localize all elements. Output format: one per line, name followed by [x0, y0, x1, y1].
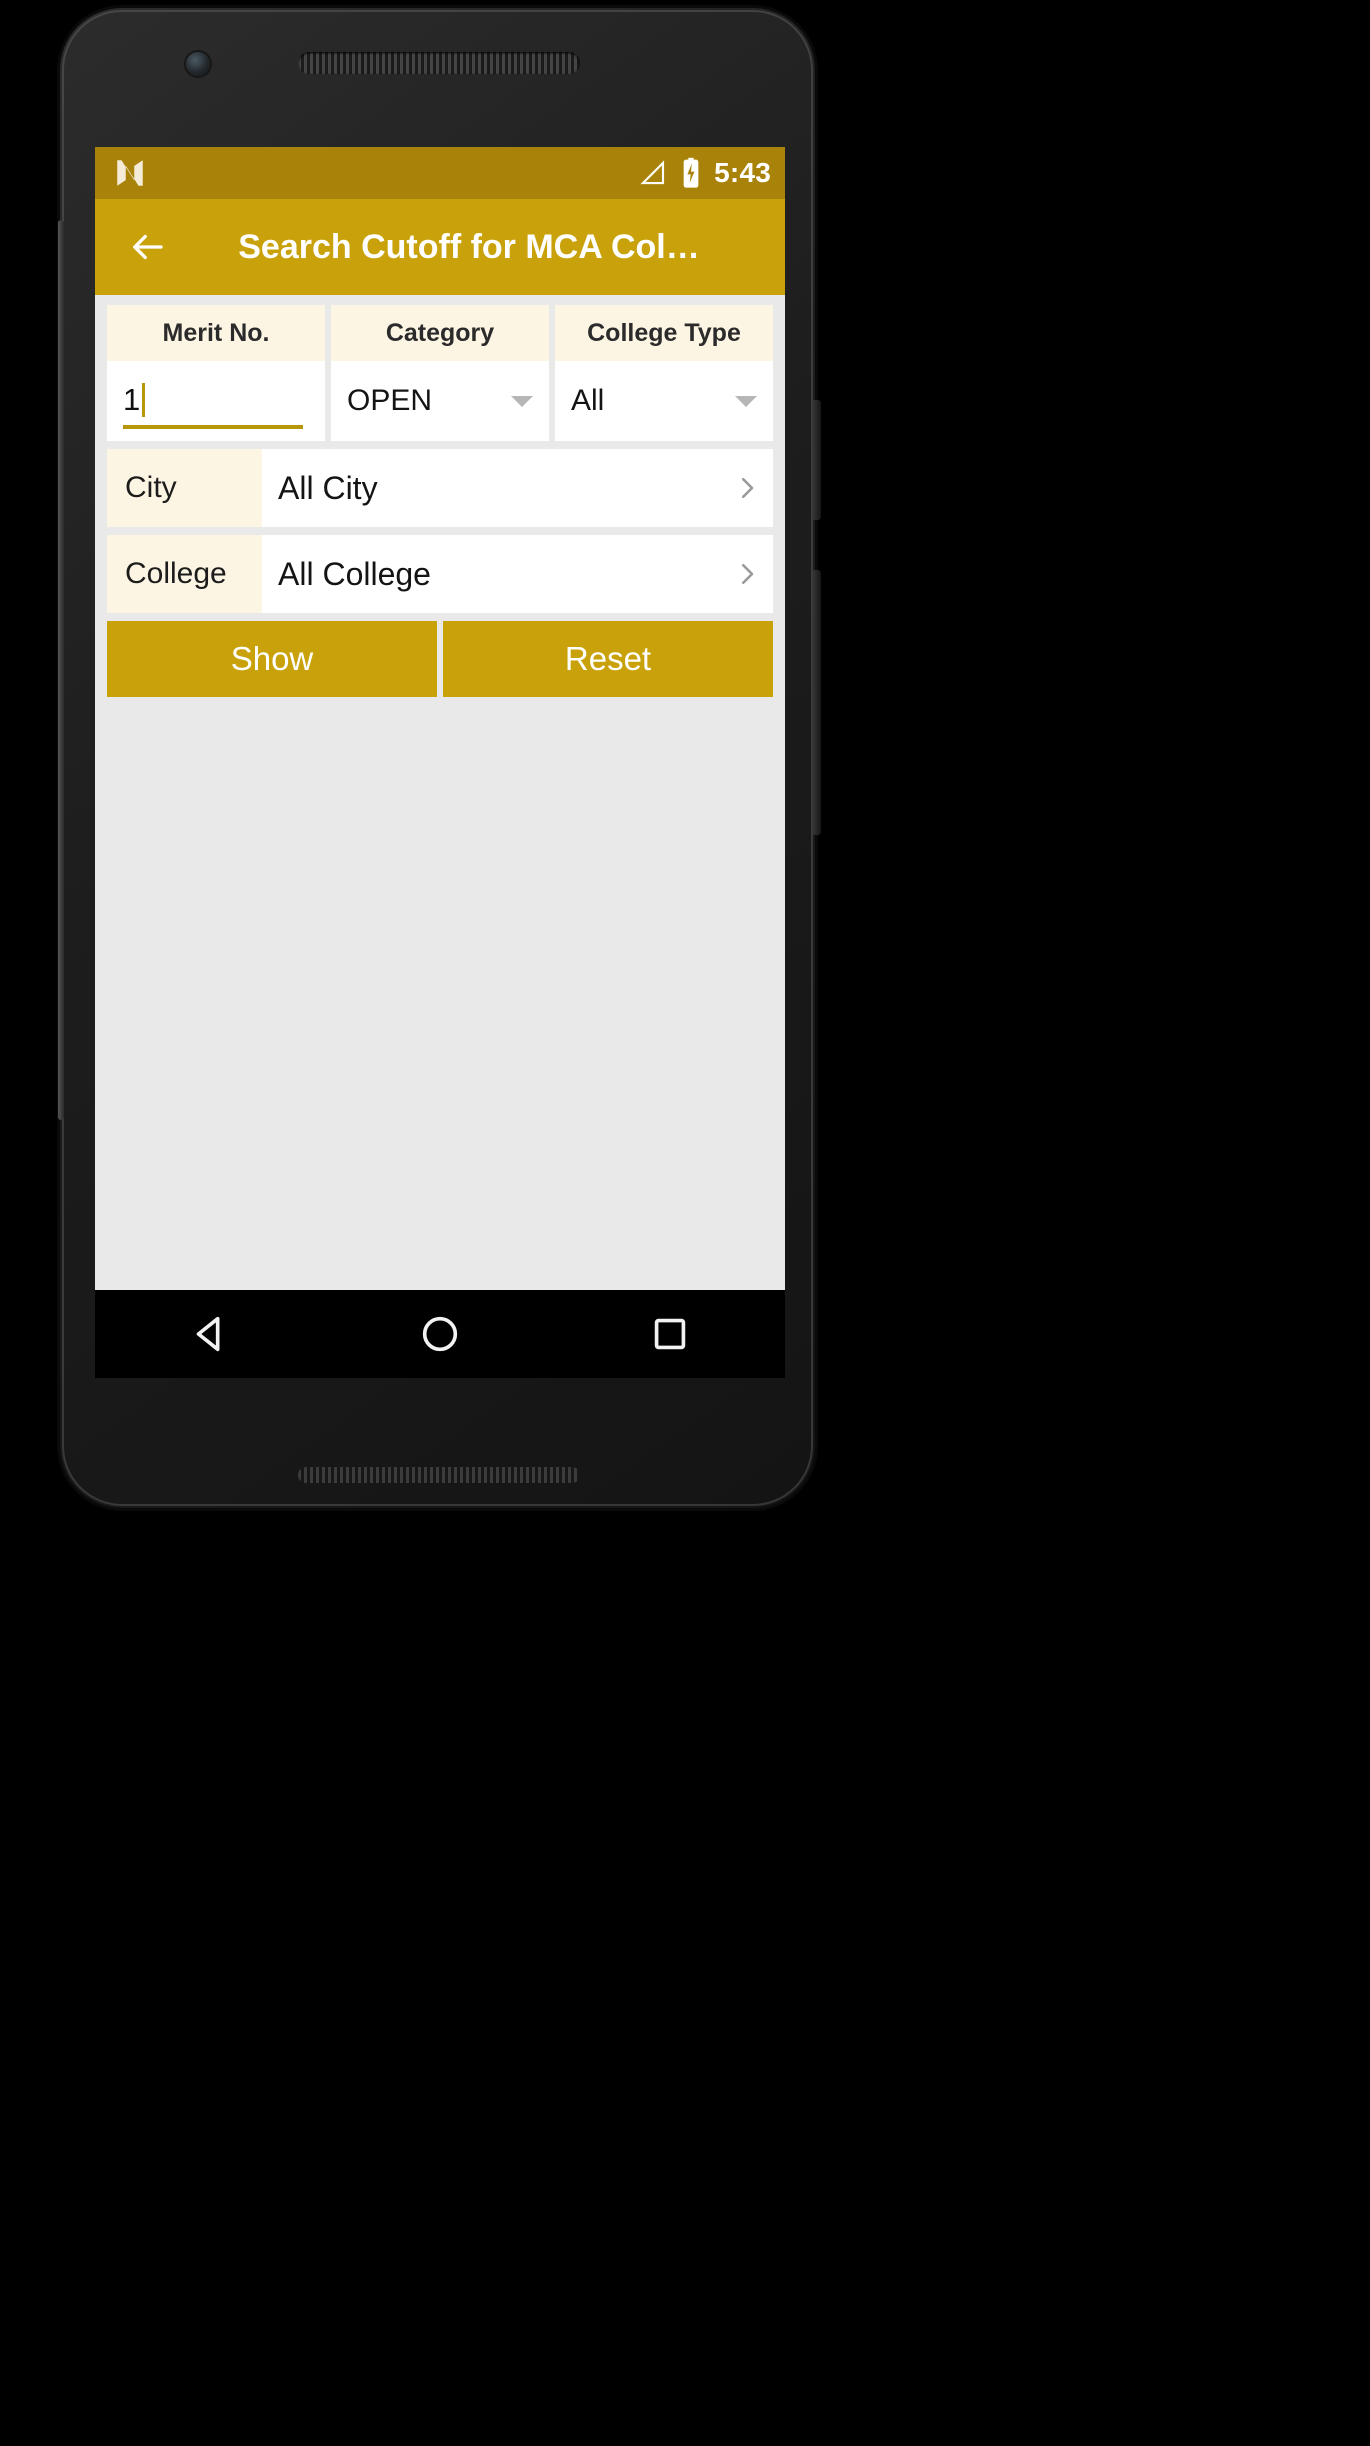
chevron-right-icon	[741, 563, 754, 585]
college-chevron-container[interactable]	[721, 535, 773, 613]
merit-no-input-value: 1	[123, 381, 141, 417]
front-camera-icon	[186, 52, 210, 76]
college-picker-row[interactable]: College All College	[107, 535, 773, 613]
chevron-right-icon	[741, 477, 754, 499]
college-label: College	[107, 535, 262, 613]
city-selected-value: All City	[278, 469, 378, 506]
earpiece-speaker-grille	[298, 52, 580, 74]
action-button-row: Show Reset	[107, 621, 773, 697]
merit-no-label: Merit No.	[107, 305, 325, 361]
phone-left-edge	[58, 220, 64, 1120]
status-bar: 5:43	[95, 147, 785, 199]
android-navigation-bar	[95, 1290, 785, 1378]
city-label: City	[107, 449, 262, 527]
city-picker-row[interactable]: City All City	[107, 449, 773, 527]
input-underline	[123, 425, 303, 429]
phone-screen: 5:43 Search Cutoff for MCA Col… Merit No…	[95, 147, 785, 1377]
volume-button[interactable]	[812, 570, 821, 835]
signal-triangle-icon	[640, 160, 665, 185]
status-bar-icons: 5:43	[638, 157, 771, 189]
nav-recents-square-icon	[654, 1318, 686, 1350]
merit-no-input[interactable]: 1	[123, 361, 309, 441]
status-bar-clock: 5:43	[714, 157, 771, 188]
android-n-logo-icon	[117, 160, 143, 186]
category-label: Category	[331, 305, 549, 361]
merit-no-field[interactable]: Merit No. 1	[107, 305, 325, 441]
category-dropdown[interactable]: OPEN	[331, 361, 549, 441]
nav-back-button[interactable]	[150, 1290, 270, 1378]
nav-back-triangle-icon	[196, 1316, 220, 1352]
chevron-down-icon	[735, 395, 757, 407]
category-field[interactable]: Category OPEN	[331, 305, 549, 441]
college-type-dropdown[interactable]: All	[555, 361, 773, 441]
reset-button[interactable]: Reset	[443, 621, 773, 697]
page-title: Search Cutoff for MCA Col…	[238, 227, 700, 266]
merit-no-input-body[interactable]: 1	[107, 361, 325, 441]
nav-home-circle-icon	[422, 1316, 458, 1352]
back-arrow-icon	[133, 234, 163, 260]
app-bar: Search Cutoff for MCA Col…	[95, 199, 785, 295]
college-type-selected-value: All	[571, 384, 605, 417]
power-button[interactable]	[812, 400, 821, 520]
college-type-field[interactable]: College Type All	[555, 305, 773, 441]
category-selected-value: OPEN	[347, 384, 433, 417]
show-button[interactable]: Show	[107, 621, 437, 697]
nav-home-button[interactable]	[380, 1290, 500, 1378]
search-filter-row: Merit No. 1 Category OPEN College Type A…	[107, 305, 773, 441]
bottom-speaker-grille	[298, 1467, 580, 1483]
chevron-down-icon	[511, 395, 533, 407]
college-type-label: College Type	[555, 305, 773, 361]
content-area: Merit No. 1 Category OPEN College Type A…	[95, 295, 785, 1377]
text-caret	[142, 383, 146, 417]
battery-charging-icon	[683, 157, 699, 188]
college-selected-value: All College	[278, 555, 431, 592]
nav-recents-button[interactable]	[610, 1290, 730, 1378]
city-chevron-container[interactable]	[721, 449, 773, 527]
